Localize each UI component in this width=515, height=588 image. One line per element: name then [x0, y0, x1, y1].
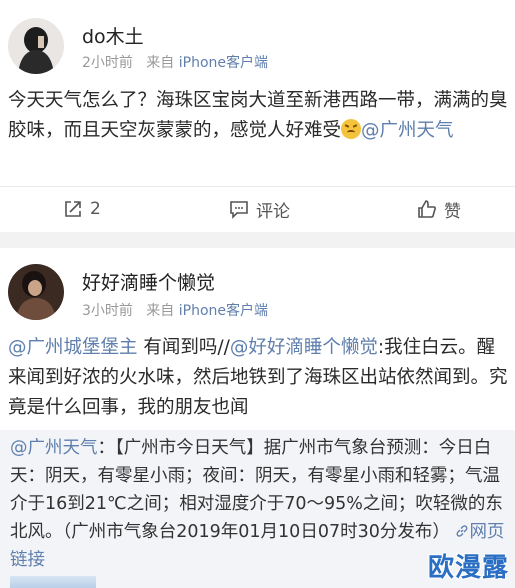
via-label: 来自: [146, 303, 175, 319]
comment-button[interactable]: 评论: [228, 197, 290, 222]
like-label: 赞: [444, 201, 461, 222]
repost-button[interactable]: 2: [62, 197, 101, 221]
mention-link[interactable]: @广州天气: [10, 438, 98, 458]
image-thumbnail[interactable]: [10, 576, 96, 588]
comment-icon: [230, 201, 248, 219]
post-text: @广州城堡堡主 有闻到吗//@好好滴睡个懒觉:我住白云。醒来闻到好浓的火水味，然…: [8, 333, 508, 423]
source-client[interactable]: iPhone客户端: [179, 303, 268, 319]
persevering-face-icon: [341, 119, 362, 139]
source-client[interactable]: iPhone客户端: [179, 55, 268, 71]
link-icon: [456, 525, 468, 537]
post-text: 今天天气怎么了？海珠区宝岗大道至新港西路一带，满满的臭胶味，而且天空灰蒙蒙的，感…: [8, 86, 508, 146]
mention-link[interactable]: @广州天气: [361, 120, 454, 141]
avatar[interactable]: [8, 18, 64, 74]
comment-label: 评论: [256, 201, 290, 222]
watermark: 欧漫露: [427, 553, 509, 583]
like-button[interactable]: 赞: [416, 197, 461, 222]
repost-count: 2: [90, 199, 101, 219]
username[interactable]: 好好滴睡个懒觉: [82, 268, 215, 295]
feed-divider: [0, 232, 515, 248]
username[interactable]: do木土: [82, 22, 144, 49]
repost-icon: [65, 201, 81, 217]
avatar[interactable]: [8, 264, 64, 320]
post-time: 2小时前: [82, 55, 133, 71]
post-meta: 3小时前 来自 iPhone客户端: [82, 300, 268, 320]
mention-link[interactable]: @广州城堡堡主: [8, 337, 138, 358]
post-actions: 2 评论 赞: [0, 186, 515, 233]
post-meta: 2小时前 来自 iPhone客户端: [82, 52, 268, 72]
post-time: 3小时前: [82, 303, 133, 319]
weibo-post: do木土 2小时前 来自 iPhone客户端 今天天气怎么了？海珠区宝岗大道至新…: [0, 0, 515, 232]
thumbs-up-icon: [418, 200, 436, 218]
post-text-part: 有闻到吗//: [137, 337, 230, 358]
via-label: 来自: [146, 55, 175, 71]
mention-link[interactable]: @好好滴睡个懒觉: [230, 337, 378, 358]
